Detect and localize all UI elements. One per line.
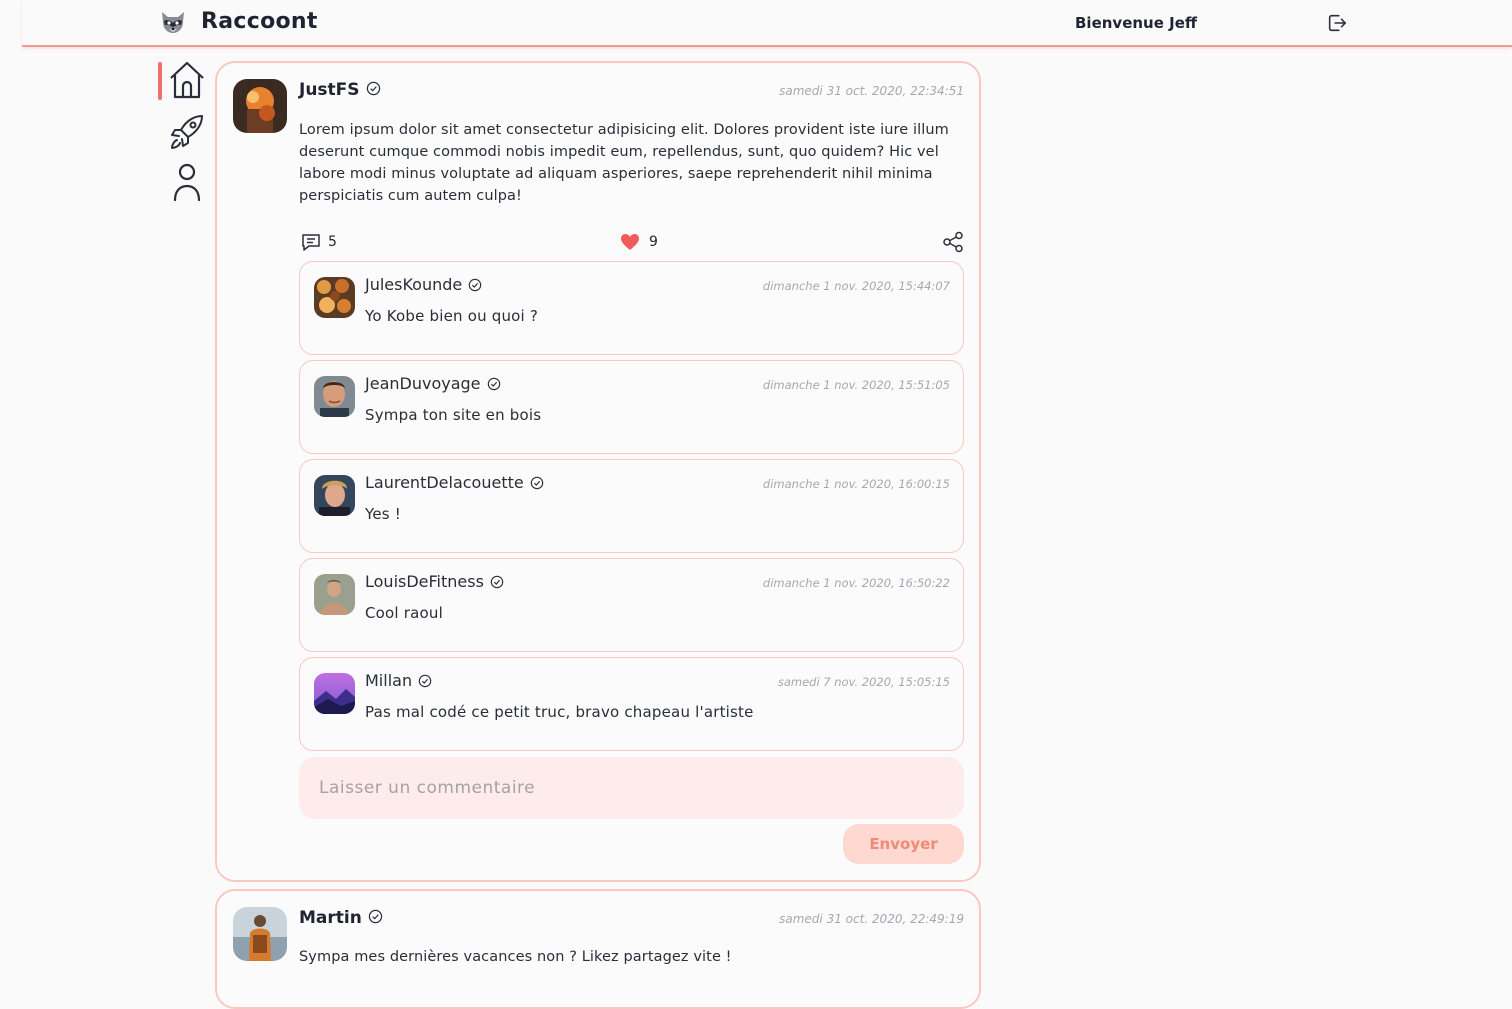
rocket-icon[interactable] — [168, 112, 206, 152]
heart-icon[interactable] — [620, 233, 640, 252]
post-date: samedi 31 oct. 2020, 22:34:51 — [779, 84, 964, 98]
comment-author-name[interactable]: JulesKounde — [365, 275, 462, 294]
comment-author-name[interactable]: JeanDuvoyage — [365, 374, 481, 393]
home-icon[interactable] — [168, 60, 206, 100]
avatar[interactable] — [314, 574, 355, 615]
avatar[interactable] — [233, 907, 287, 961]
comment-input[interactable] — [299, 757, 964, 819]
verified-icon — [366, 81, 380, 96]
comment-date: samedi 7 nov. 2020, 15:05:15 — [777, 675, 950, 689]
post-author-name[interactable]: JustFS — [299, 80, 360, 100]
comment-date: dimanche 1 nov. 2020, 15:44:07 — [762, 279, 950, 293]
avatar[interactable] — [314, 277, 355, 318]
comment-text: Cool raoul — [365, 604, 443, 622]
comment-date: dimanche 1 nov. 2020, 16:50:22 — [762, 576, 950, 590]
comment-author-name[interactable]: Millan — [365, 671, 412, 690]
verified-icon — [487, 377, 500, 391]
welcome-text: Bienvenue Jeff — [1075, 14, 1198, 32]
verified-icon — [490, 575, 504, 589]
comment-card: Millan samedi 7 nov. 2020, 15:05:15 Pas … — [299, 657, 964, 751]
logout-icon[interactable] — [1326, 12, 1348, 34]
comment-author[interactable]: LaurentDelacouette — [365, 473, 544, 492]
avatar[interactable] — [314, 376, 355, 417]
comment-author[interactable]: JeanDuvoyage — [365, 374, 501, 393]
post-actions: 5 9 — [299, 231, 965, 255]
comment-count: 5 — [328, 234, 337, 250]
comment-text: Pas mal codé ce petit truc, bravo chapea… — [365, 703, 754, 721]
post-author[interactable]: Martin — [299, 908, 383, 928]
verified-icon — [418, 674, 432, 688]
verified-icon — [530, 476, 543, 490]
comment-text: Yes ! — [365, 505, 401, 523]
post-date: samedi 31 oct. 2020, 22:49:19 — [779, 912, 964, 926]
comment-author[interactable]: Millan — [365, 671, 432, 690]
top-header: Raccoont Bienvenue Jeff — [22, 0, 1512, 47]
comment-icon[interactable] — [301, 233, 321, 252]
post-card: JustFS samedi 31 oct. 2020, 22:34:51 Lor… — [215, 61, 981, 882]
comment-date: dimanche 1 nov. 2020, 16:00:15 — [762, 477, 950, 491]
avatar[interactable] — [314, 673, 355, 714]
raccoon-logo-icon[interactable] — [159, 9, 187, 35]
post-text: Sympa mes dernières vacances non ? Likez… — [299, 949, 732, 965]
user-icon[interactable] — [168, 162, 206, 202]
post-text: Lorem ipsum dolor sit amet consectetur a… — [299, 122, 949, 204]
post-author[interactable]: JustFS — [299, 80, 381, 100]
post-author-name[interactable]: Martin — [299, 908, 362, 928]
like-count: 9 — [649, 234, 658, 250]
comment-author[interactable]: LouisDeFitness — [365, 572, 504, 591]
comment-author-name[interactable]: LaurentDelacouette — [365, 473, 524, 492]
comment-date: dimanche 1 nov. 2020, 15:51:05 — [762, 378, 950, 392]
avatar[interactable] — [314, 475, 355, 516]
comment-card: LaurentDelacouette dimanche 1 nov. 2020,… — [299, 459, 964, 553]
app-title[interactable]: Raccoont — [201, 9, 318, 34]
sidebar-active-indicator — [158, 62, 162, 100]
post-card: Martin samedi 31 oct. 2020, 22:49:19 Sym… — [215, 889, 981, 1009]
comment-author[interactable]: JulesKounde — [365, 275, 482, 294]
avatar[interactable] — [233, 79, 287, 133]
comment-card: LouisDeFitness dimanche 1 nov. 2020, 16:… — [299, 558, 964, 652]
comment-author-name[interactable]: LouisDeFitness — [365, 572, 484, 591]
send-button[interactable]: Envoyer — [843, 824, 964, 864]
verified-icon — [468, 278, 482, 292]
comment-text: Yo Kobe bien ou quoi ? — [365, 307, 539, 325]
comment-card: JulesKounde dimanche 1 nov. 2020, 15:44:… — [299, 261, 964, 355]
comment-text: Sympa ton site en bois — [365, 406, 542, 424]
comment-card: JeanDuvoyage dimanche 1 nov. 2020, 15:51… — [299, 360, 964, 454]
verified-icon — [368, 909, 383, 924]
share-icon[interactable] — [942, 231, 964, 253]
